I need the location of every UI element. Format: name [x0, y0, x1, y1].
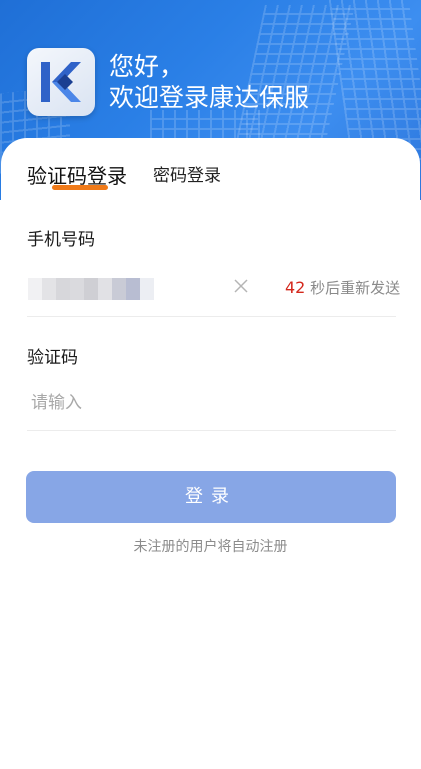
- countdown-seconds: 42: [285, 278, 306, 297]
- login-tabs: 验证码登录 密码登录: [27, 162, 221, 190]
- masked-digit: [56, 278, 70, 300]
- tab-sms-login[interactable]: 验证码登录: [27, 162, 127, 190]
- app-logo: [27, 48, 95, 116]
- auto-register-hint: 未注册的用户将自动注册: [133, 539, 288, 555]
- masked-digit: [84, 278, 98, 300]
- code-label: 验证码: [27, 348, 78, 368]
- masked-digit: [112, 278, 126, 300]
- phone-label: 手机号码: [27, 230, 95, 250]
- login-button[interactable]: 登录: [26, 471, 396, 523]
- masked-digit: [140, 278, 154, 300]
- logo-icon: [41, 62, 81, 102]
- masked-digit: [70, 278, 84, 300]
- masked-digit: [126, 278, 140, 300]
- code-input[interactable]: [27, 388, 391, 418]
- greeting-welcome: 欢迎登录康达保服: [109, 83, 310, 112]
- resend-countdown: 42 秒后重新发送: [285, 277, 400, 298]
- masked-digit: [42, 278, 56, 300]
- building-decoration: [328, 0, 421, 160]
- close-icon[interactable]: [231, 276, 251, 296]
- masked-digit: [98, 278, 112, 300]
- masked-digit: [28, 278, 42, 300]
- tab-password-login[interactable]: 密码登录: [153, 162, 221, 190]
- divider: [27, 316, 396, 317]
- divider: [27, 430, 396, 431]
- greeting-hello: 您好，: [109, 52, 185, 81]
- greeting: 您好， 欢迎登录康达保服: [109, 52, 309, 113]
- tab-sms-login-label: 验证码登录: [27, 164, 127, 188]
- phone-input[interactable]: [28, 278, 154, 300]
- login-screen: 您好， 欢迎登录康达保服 验证码登录 密码登录 手机号码 42 秒后重新发送 验…: [0, 0, 421, 769]
- resend-text: 秒后重新发送: [310, 279, 401, 297]
